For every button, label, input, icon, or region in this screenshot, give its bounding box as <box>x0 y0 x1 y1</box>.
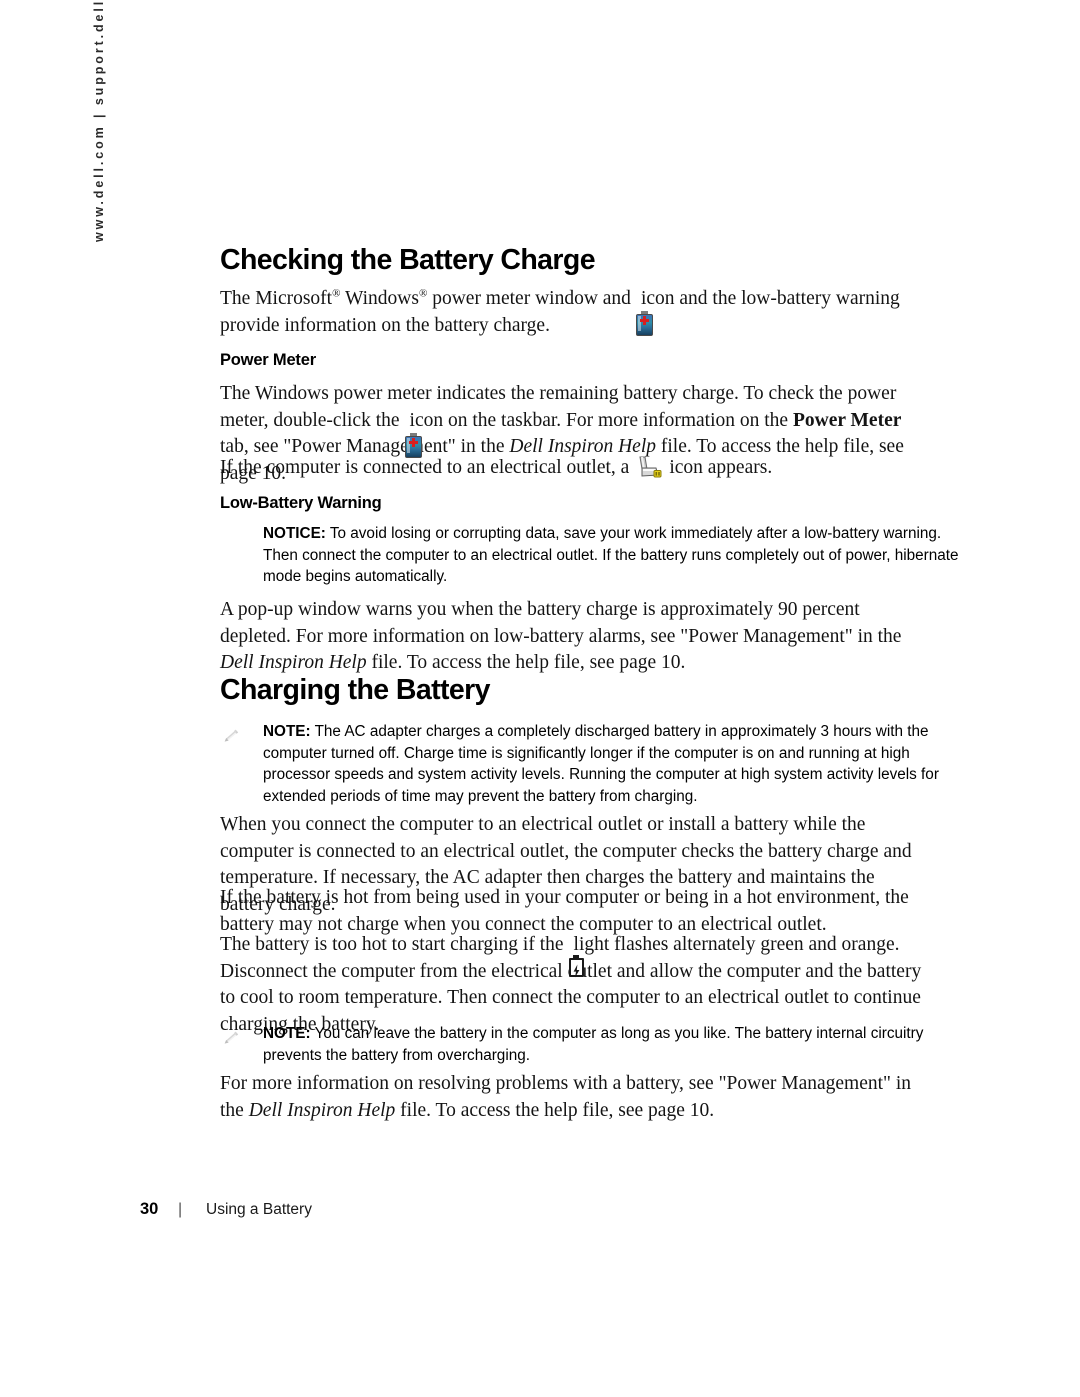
paragraph-intro: The Microsoft® Windows® power meter wind… <box>220 286 932 339</box>
page-title-checking-the-battery-charge: Checking the Battery Charge <box>220 244 596 276</box>
pm2-text-b: icon appears. <box>669 457 773 478</box>
pm-text-c: tab, see "Power Management" in the <box>220 436 505 457</box>
lb-text-italic-dell-inspiron-help: Dell Inspiron Help <box>220 652 367 673</box>
pm-text-bold-power-meter: Power Meter <box>792 409 902 431</box>
paragraph-low-battery: A pop-up window warns you when the batte… <box>220 597 932 677</box>
intro-text-b: Windows <box>345 288 419 309</box>
cb4-text-b: file. To access the help file, see page … <box>400 1099 715 1121</box>
page-footer: 30 | Using a Battery <box>140 1200 312 1219</box>
subheading-low-battery-warning: Low-Battery Warning <box>220 494 382 512</box>
note-text: You can leave the battery in the compute… <box>263 1025 924 1064</box>
paragraph-charging-4: For more information on resolving proble… <box>220 1071 932 1124</box>
subheading-power-meter: Power Meter <box>220 351 316 369</box>
callout-notice: NOTICE: To avoid losing or corrupting da… <box>220 523 975 588</box>
callout-note-charge-time: NOTE: The AC adapter charges a completel… <box>220 721 953 807</box>
lb-text-a: A pop-up window warns you when the batte… <box>220 599 902 647</box>
callout-note-overcharging: NOTE: You can leave the battery in the c… <box>220 1023 953 1066</box>
pm-text-b: icon on the taskbar. For more informatio… <box>409 409 789 431</box>
notice-label: NOTICE: <box>263 525 326 542</box>
paragraph-power-meter-2: If the computer is connected to an elect… <box>220 455 932 491</box>
intro-text-c: power meter window and <box>432 288 631 309</box>
note-pencil-icon <box>220 1025 245 1047</box>
footer-page-number: 30 <box>140 1200 159 1218</box>
sidebar-url-text: www.dell.com | support.dell.com <box>92 0 106 242</box>
page-content: Checking the Battery Charge The Microsof… <box>220 0 959 1397</box>
pm-text-italic-dell-inspiron-help: Dell Inspiron Help <box>509 436 656 457</box>
note-pencil-icon <box>220 723 245 745</box>
page-title-charging-the-battery: Charging the Battery <box>220 674 490 706</box>
lb-text-b: file. To access the help file, see page … <box>371 652 686 673</box>
intro-text-a: The Microsoft <box>220 288 333 309</box>
note-label: NOTE: <box>263 1025 311 1042</box>
registered-mark: ® <box>332 287 341 300</box>
cb4-text-italic-dell-inspiron-help: Dell Inspiron Help <box>248 1099 396 1121</box>
note-text: The AC adapter charges a completely disc… <box>263 723 939 805</box>
paragraph-charging-2: If the battery is hot from being used in… <box>220 887 909 935</box>
footer-separator: | <box>178 1201 183 1218</box>
pm2-text-a: If the computer is connected to an elect… <box>220 457 630 478</box>
notice-arrow-icon <box>220 525 245 547</box>
power-plug-icon <box>634 456 664 491</box>
note-label: NOTE: <box>263 723 311 740</box>
footer-chapter-name: Using a Battery <box>206 1201 312 1218</box>
notice-text: To avoid losing or corrupting data, save… <box>263 525 959 585</box>
cb3-text-a: The battery is too hot to start charging… <box>220 934 564 955</box>
registered-mark: ® <box>418 287 428 300</box>
